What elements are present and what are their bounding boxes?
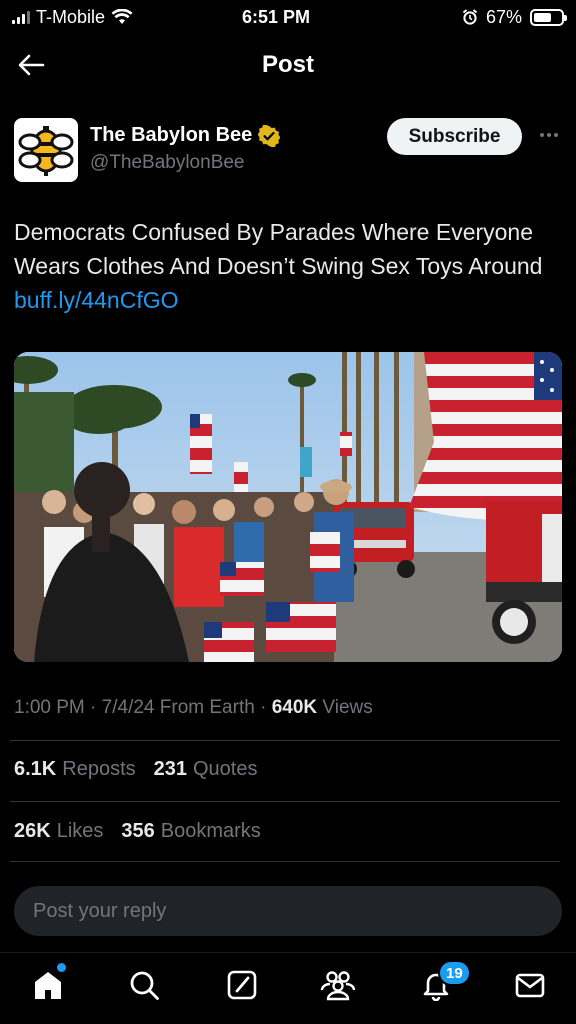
back-button[interactable] xyxy=(16,50,46,80)
nav-grok[interactable] xyxy=(224,967,260,1003)
battery-percent: 67% xyxy=(485,6,522,27)
reposts-count: 6.1K xyxy=(14,758,57,780)
cellular-signal-icon xyxy=(12,10,30,24)
post-image[interactable] xyxy=(14,352,562,662)
notifications-badge: 19 xyxy=(438,960,471,986)
divider xyxy=(10,740,560,741)
divider xyxy=(10,801,560,802)
author-name[interactable]: The Babylon Bee xyxy=(90,124,252,147)
stats-row-likes: 26K Likes 356 Bookmarks xyxy=(14,820,261,843)
views-label[interactable]: Views xyxy=(322,697,372,718)
more-dot-icon xyxy=(547,133,551,137)
back-arrow-icon xyxy=(18,54,45,76)
status-time: 6:51 PM xyxy=(241,6,311,27)
post-meta: 1:00 PM · 7/4/24 From Earth · 640K Views xyxy=(14,697,373,718)
post-author: The Babylon Bee @TheBabylonBee Subscribe xyxy=(14,118,562,182)
status-left: T-Mobile xyxy=(12,7,212,28)
post-date: 7/4/24 xyxy=(101,697,155,718)
reposts-label: Reposts xyxy=(62,758,136,780)
battery-icon xyxy=(530,8,567,26)
search-icon xyxy=(130,971,159,1000)
messages-icon xyxy=(515,973,545,998)
reply-input[interactable] xyxy=(33,899,562,923)
reposts-stat[interactable]: 6.1K Reposts xyxy=(14,758,136,781)
avatar[interactable] xyxy=(14,118,78,182)
author-name-row: The Babylon Bee xyxy=(90,124,281,147)
communities-icon xyxy=(320,971,356,1001)
post-link[interactable]: buff.ly/44nCfGO xyxy=(14,287,179,313)
carrier-name: T-Mobile xyxy=(36,6,106,27)
bookmarks-stat[interactable]: 356 Bookmarks xyxy=(121,820,260,843)
parade-photo xyxy=(14,352,562,662)
nav-messages[interactable] xyxy=(512,967,548,1003)
battery-fill xyxy=(534,12,552,22)
home-notification-dot xyxy=(57,963,66,972)
divider xyxy=(10,861,560,862)
page-title: Post xyxy=(261,51,314,78)
nav-communities[interactable] xyxy=(320,967,356,1003)
quotes-label: Quotes xyxy=(193,758,258,780)
more-dot-icon xyxy=(554,133,558,137)
post-body: Democrats Confused By Parades Where Ever… xyxy=(14,219,543,279)
reply-box[interactable] xyxy=(14,886,562,936)
bookmarks-count: 356 xyxy=(121,820,155,842)
bottom-nav xyxy=(0,952,576,1024)
likes-label: Likes xyxy=(56,820,104,842)
grok-icon xyxy=(227,970,257,1000)
bookmarks-label: Bookmarks xyxy=(160,820,261,842)
likes-count: 26K xyxy=(14,820,51,842)
post-source: From Earth xyxy=(159,697,255,718)
quotes-count: 231 xyxy=(153,758,187,780)
alarm-icon xyxy=(462,9,478,25)
babylon-bee-logo-icon xyxy=(18,126,74,176)
status-right: 67% xyxy=(364,6,567,28)
more-options-button[interactable] xyxy=(536,124,562,146)
post-time: 1:00 PM xyxy=(14,697,85,718)
status-bar: T-Mobile 6:51 PM 67% xyxy=(0,0,576,34)
more-dot-icon xyxy=(540,133,544,137)
nav-home[interactable] xyxy=(30,967,66,1003)
subscribe-button[interactable]: Subscribe xyxy=(387,118,522,155)
views-count: 640K xyxy=(271,697,318,718)
likes-stat[interactable]: 26K Likes xyxy=(14,820,103,843)
quotes-stat[interactable]: 231 Quotes xyxy=(154,758,258,781)
author-handle[interactable]: @TheBabylonBee xyxy=(90,152,245,174)
header: Post xyxy=(0,40,576,90)
verified-badge-icon[interactable] xyxy=(258,124,281,147)
nav-search[interactable] xyxy=(126,967,162,1003)
post-text: Democrats Confused By Parades Where Ever… xyxy=(14,215,566,317)
wifi-icon xyxy=(111,9,133,24)
stats-row-reposts: 6.1K Reposts 231 Quotes xyxy=(14,758,257,781)
home-icon xyxy=(35,972,61,999)
